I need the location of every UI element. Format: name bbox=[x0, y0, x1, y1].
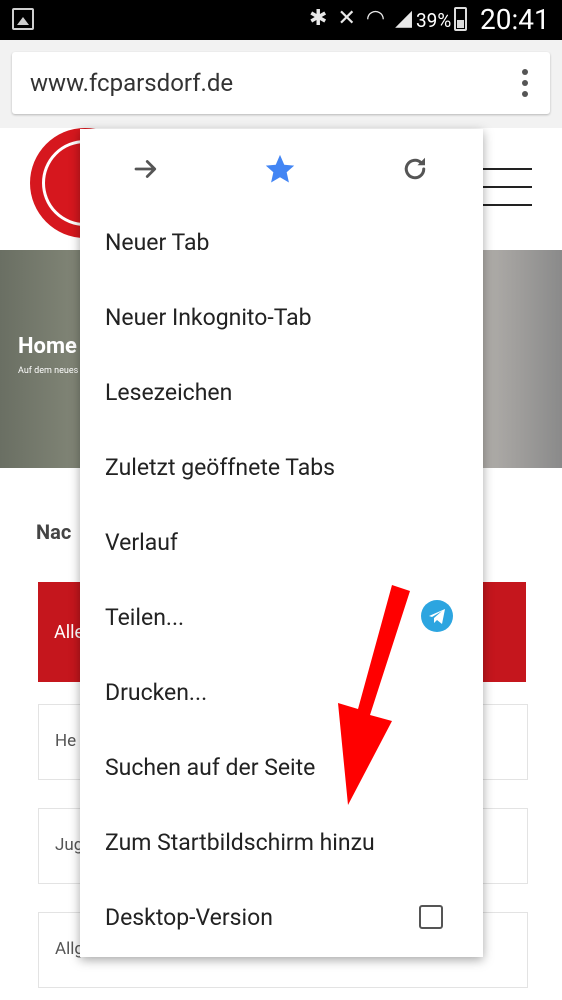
refresh-icon[interactable] bbox=[395, 149, 435, 189]
status-bar: ✱ ✕ ◠ ◢ 39% 20:41 bbox=[0, 0, 562, 40]
wifi-icon: ◠ bbox=[365, 6, 386, 31]
forward-icon[interactable] bbox=[126, 149, 166, 189]
menu-item-bookmarks[interactable]: Lesezeichen bbox=[105, 379, 232, 406]
signal-icon: ◢ bbox=[395, 6, 412, 31]
menu-item-new-tab[interactable]: Neuer Tab bbox=[105, 229, 209, 256]
menu-item-new-incognito-tab[interactable]: Neuer Inkognito-Tab bbox=[105, 304, 312, 331]
menu-item-add-to-homescreen[interactable]: Zum Startbildschirm hinzu bbox=[105, 829, 375, 856]
menu-action-row bbox=[80, 129, 483, 207]
more-options-icon[interactable] bbox=[520, 69, 528, 97]
mute-icon: ✕ bbox=[337, 6, 356, 31]
telegram-icon[interactable] bbox=[421, 600, 453, 632]
menu-item-history[interactable]: Verlauf bbox=[105, 529, 178, 556]
bluetooth-icon: ✱ bbox=[309, 6, 328, 31]
hero-title: Home bbox=[18, 334, 77, 359]
category-label: He bbox=[55, 731, 77, 751]
star-icon[interactable] bbox=[260, 149, 300, 189]
battery-icon bbox=[454, 7, 467, 31]
hamburger-menu-icon[interactable] bbox=[480, 168, 532, 222]
menu-item-share[interactable]: Teilen... bbox=[105, 604, 184, 631]
desktop-version-checkbox[interactable] bbox=[419, 905, 443, 929]
gallery-icon bbox=[12, 8, 34, 30]
browser-toolbar: www.fcparsdorf.de bbox=[0, 40, 562, 129]
url-text[interactable]: www.fcparsdorf.de bbox=[30, 69, 233, 97]
menu-item-find-in-page[interactable]: Suchen auf der Seite bbox=[105, 754, 315, 781]
menu-item-recent-tabs[interactable]: Zuletzt geöffnete Tabs bbox=[105, 454, 335, 481]
clock: 20:41 bbox=[480, 3, 550, 36]
news-heading: Nac bbox=[36, 520, 72, 544]
chrome-menu: Neuer Tab Neuer Inkognito-Tab Lesezeiche… bbox=[80, 129, 483, 957]
menu-item-desktop-version[interactable]: Desktop-Version bbox=[105, 904, 273, 931]
battery-percent: 39% bbox=[416, 9, 452, 32]
hero-subtitle: Auf dem neues bbox=[18, 366, 79, 376]
address-bar[interactable]: www.fcparsdorf.de bbox=[12, 52, 550, 114]
status-icons: ✱ ✕ ◠ ◢ bbox=[309, 6, 412, 31]
menu-item-print[interactable]: Drucken... bbox=[105, 679, 207, 706]
